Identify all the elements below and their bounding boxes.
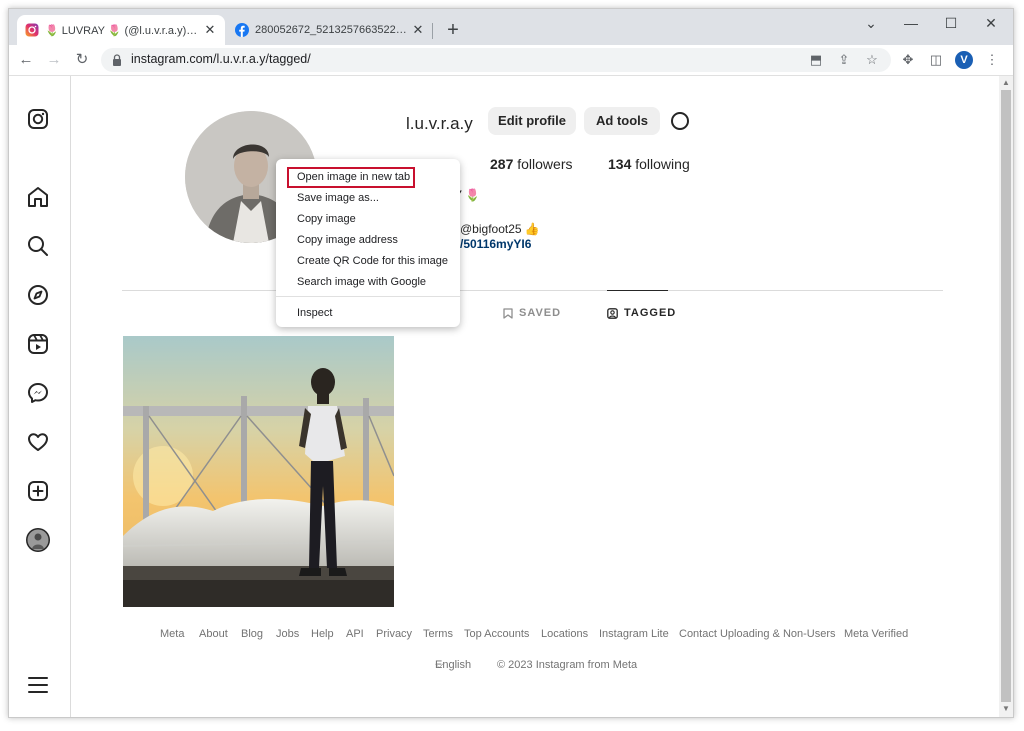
browser-toolbar: ← → ↻ instagram.com/l.u.v.r.a.y/tagged/ … — [9, 45, 1013, 76]
language-label: English — [435, 659, 472, 671]
search-icon[interactable] — [25, 233, 51, 259]
sidebar-nav — [9, 76, 71, 717]
forward-button[interactable]: → — [43, 50, 65, 70]
tagged-photo[interactable] — [123, 336, 394, 607]
minimize-button[interactable]: — — [891, 13, 931, 33]
instagram-logo-icon[interactable] — [25, 106, 51, 132]
messenger-icon[interactable] — [25, 380, 51, 406]
instagram-icon — [25, 23, 39, 37]
tab-saved-label: SAVED — [519, 307, 562, 319]
tab-search-icon[interactable]: ⌄ — [851, 13, 891, 33]
language-selector[interactable]: English ⌵ — [435, 659, 471, 672]
context-menu: Open image in new tab Save image as... C… — [276, 159, 460, 327]
active-tab-indicator — [607, 290, 668, 291]
following-stat[interactable]: 134 following — [608, 156, 690, 172]
followers-label: followers — [517, 156, 573, 172]
tab-image[interactable]: 280052672_521325766352256_3 ✕ — [227, 15, 433, 45]
profile-avatar-icon[interactable] — [25, 527, 51, 553]
side-panel-icon[interactable]: ◫ — [927, 51, 945, 69]
install-app-icon[interactable]: ⬒ — [807, 51, 825, 69]
footer-link[interactable]: Instagram Lite — [599, 628, 669, 640]
ad-tools-button[interactable]: Ad tools — [584, 107, 660, 135]
create-post-icon[interactable] — [25, 478, 51, 504]
explore-icon[interactable] — [25, 282, 51, 308]
footer-link[interactable]: Blog — [241, 628, 263, 640]
tab-bar: 🌷 LUVRAY 🌷 (@l.u.v.r.a.y) • Inst ✕ 28005… — [9, 9, 1013, 45]
more-menu-icon[interactable] — [25, 672, 51, 698]
browser-profile-avatar[interactable]: V — [955, 51, 973, 69]
menu-separator — [276, 296, 460, 297]
footer-link[interactable]: Meta Verified — [844, 628, 908, 640]
profile-divider — [122, 290, 943, 291]
bio-mention[interactable]: @bigfoot25 👍 — [460, 222, 540, 236]
followers-stat[interactable]: 287 followers — [490, 156, 573, 172]
footer-link[interactable]: Terms — [423, 628, 453, 640]
more-menu-icon[interactable]: ⋮ — [983, 51, 1001, 69]
profile-username: l.u.v.r.a.y — [406, 114, 473, 133]
settings-gear-icon[interactable] — [669, 110, 691, 132]
menu-inspect[interactable]: Inspect — [276, 303, 460, 324]
footer-link[interactable]: Locations — [541, 628, 588, 640]
footer-link[interactable]: Contact Uploading & Non-Users — [679, 628, 836, 640]
reload-button[interactable]: ↻ — [71, 50, 93, 70]
page-scrollbar[interactable]: ▲ ▼ — [999, 76, 1013, 717]
following-label: following — [635, 156, 690, 172]
home-icon[interactable] — [25, 184, 51, 210]
menu-create-qr-code[interactable]: Create QR Code for this image — [276, 251, 460, 272]
bookmark-icon — [503, 307, 513, 319]
url-text: instagram.com/l.u.v.r.a.y/tagged/ — [131, 52, 311, 66]
footer-link[interactable]: Privacy — [376, 628, 412, 640]
maximize-button[interactable]: ☐ — [931, 13, 971, 33]
footer-link[interactable]: Meta — [160, 628, 184, 640]
following-count: 134 — [608, 156, 632, 172]
extensions-icon[interactable]: ✥ — [899, 51, 917, 69]
facebook-icon — [235, 23, 249, 37]
page-content: l.u.v.r.a.y Edit profile Ad tools 287 fo… — [9, 76, 1013, 717]
tab-title: 280052672_521325766352256_3 — [255, 24, 407, 36]
scroll-up-arrow[interactable]: ▲ — [1001, 78, 1011, 88]
share-icon[interactable]: ⇪ — [835, 51, 853, 69]
menu-search-image-google[interactable]: Search image with Google — [276, 272, 460, 293]
footer-link[interactable]: Top Accounts — [464, 628, 529, 640]
tab-tagged[interactable]: TAGGED — [607, 307, 676, 319]
reels-icon[interactable] — [25, 331, 51, 357]
address-bar[interactable]: instagram.com/l.u.v.r.a.y/tagged/ — [101, 48, 891, 72]
copyright-text: © 2023 Instagram from Meta — [497, 659, 638, 671]
tab-separator — [432, 23, 433, 39]
menu-save-image-as[interactable]: Save image as... — [276, 188, 460, 209]
close-window-button[interactable]: ✕ — [971, 13, 1011, 33]
edit-profile-button[interactable]: Edit profile — [488, 107, 576, 135]
browser-window: 🌷 LUVRAY 🌷 (@l.u.v.r.a.y) • Inst ✕ 28005… — [8, 8, 1014, 718]
lock-icon — [111, 53, 123, 67]
footer-link[interactable]: About — [199, 628, 228, 640]
heart-icon[interactable] — [25, 429, 51, 455]
bio-link[interactable]: /50116myYI6 — [460, 237, 531, 251]
close-tab-icon[interactable]: ✕ — [203, 22, 217, 38]
tab-saved[interactable]: SAVED — [503, 307, 561, 319]
close-tab-icon[interactable]: ✕ — [411, 22, 425, 38]
new-tab-button[interactable]: + — [441, 19, 465, 43]
footer-link[interactable]: API — [346, 628, 364, 640]
tab-title: 🌷 LUVRAY 🌷 (@l.u.v.r.a.y) • Inst — [45, 24, 199, 37]
menu-copy-image[interactable]: Copy image — [276, 209, 460, 230]
followers-count: 287 — [490, 156, 514, 172]
tab-instagram[interactable]: 🌷 LUVRAY 🌷 (@l.u.v.r.a.y) • Inst ✕ — [17, 15, 225, 45]
highlight-box — [287, 167, 415, 188]
back-button[interactable]: ← — [15, 50, 37, 70]
footer-link[interactable]: Jobs — [276, 628, 299, 640]
menu-copy-image-address[interactable]: Copy image address — [276, 230, 460, 251]
tab-tagged-label: TAGGED — [624, 307, 677, 319]
scrollbar-thumb[interactable] — [1001, 90, 1011, 702]
bookmark-star-icon[interactable]: ☆ — [863, 51, 881, 69]
footer-link[interactable]: Help — [311, 628, 334, 640]
scroll-down-arrow[interactable]: ▼ — [1001, 704, 1011, 714]
tagged-icon — [607, 307, 618, 319]
